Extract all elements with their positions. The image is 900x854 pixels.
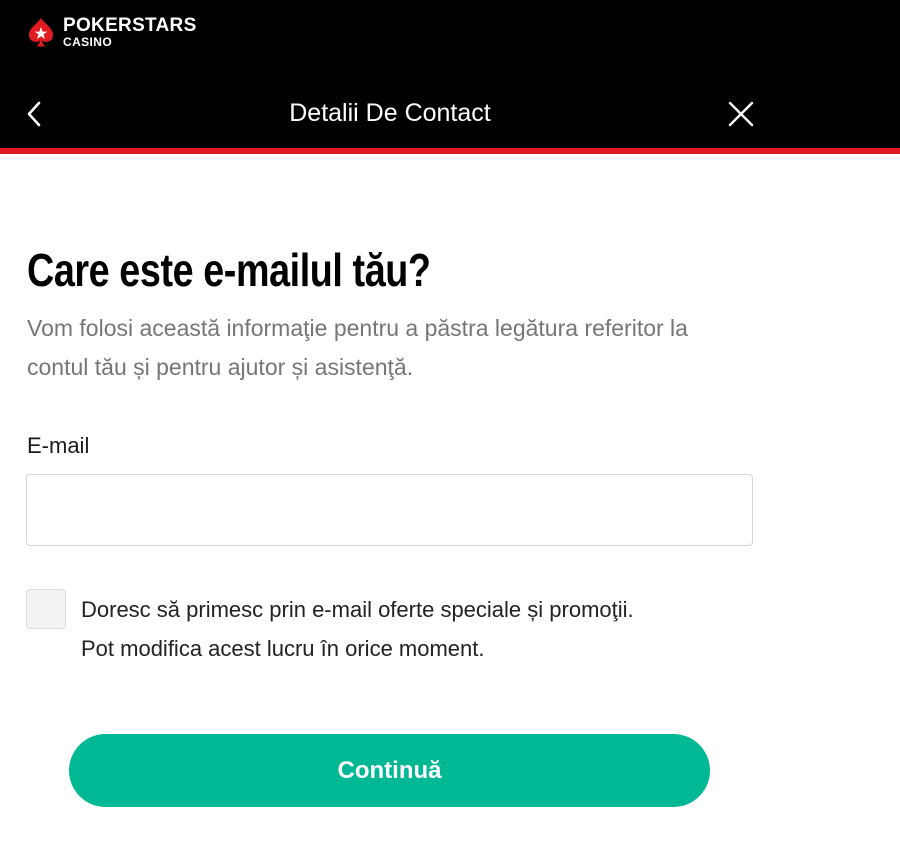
close-icon — [728, 101, 754, 127]
header-accent-line — [0, 148, 900, 154]
page-title: Detalii De Contact — [289, 99, 491, 127]
consent-line-2: Pot modifica acest lucru în orice moment… — [81, 636, 485, 661]
contact-details-page: POKERSTARS CASINO Detalii De Contact Car… — [0, 0, 900, 854]
brand-wordmark: POKERSTARS CASINO — [63, 15, 197, 49]
explanation-text: Vom folosi această informaţie pentru a p… — [27, 315, 688, 380]
question-heading: Care este e-mailul tău? — [27, 244, 431, 296]
brand-name: POKERSTARS — [63, 15, 197, 36]
brand-subname: CASINO — [63, 35, 113, 49]
consent-line-1: Doresc să primesc prin e-mail oferte spe… — [81, 597, 634, 622]
email-label: E-mail — [27, 433, 90, 458]
close-button[interactable] — [724, 93, 758, 135]
top-bar: POKERSTARS CASINO Detalii De Contact — [0, 0, 900, 148]
marketing-consent-text[interactable]: Doresc să primesc prin e-mail oferte spe… — [81, 590, 781, 668]
marketing-consent-checkbox[interactable] — [26, 589, 66, 629]
pokerstars-casino-logo: POKERSTARS CASINO — [27, 16, 197, 56]
continue-button[interactable]: Continuă — [69, 734, 710, 807]
spade-star-logo-icon — [29, 18, 53, 47]
email-input[interactable] — [26, 474, 753, 546]
